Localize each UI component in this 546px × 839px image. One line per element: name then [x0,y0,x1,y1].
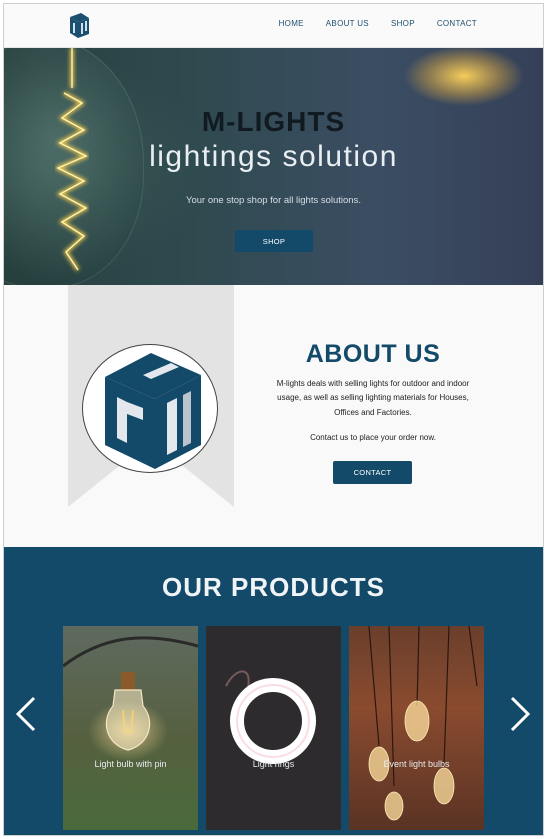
about-logo-circle [82,344,218,473]
chevron-right-icon[interactable] [508,695,532,733]
product-card-bulb-pin[interactable]: Light bulb with pin [63,626,198,830]
hero-title: M-LIGHTS [201,106,346,137]
about-section: ABOUT US M-lights deals with selling lig… [4,285,543,547]
products-section: OUR PRODUCTS Light bulb with pin Light r… [4,547,543,835]
chevron-left-icon[interactable] [14,695,38,733]
nav-link-about[interactable]: ABOUT US [326,19,369,28]
hero-subtitle: lightings solution [149,140,398,173]
cube-logo-large-icon [105,353,201,469]
nav-link-shop[interactable]: SHOP [391,19,415,28]
about-description: M-lights deals with selling lights for o… [276,379,470,417]
contact-button[interactable]: CONTACT [333,461,412,484]
nav-link-home[interactable]: HOME [279,19,304,28]
bulb-pin-image [63,636,198,751]
product-label: Event light bulbs [383,759,450,769]
products-title: OUR PRODUCTS [162,572,385,602]
nav-links: HOME ABOUT US SHOP CONTACT [279,19,477,28]
shop-button[interactable]: SHOP [235,230,313,252]
about-contact-note: Contact us to place your order now. [310,433,436,442]
page-frame: HOME ABOUT US SHOP CONTACT M-LIGHTS ligh… [3,3,544,836]
light-ring-image [225,670,316,764]
nav-link-contact[interactable]: CONTACT [437,19,477,28]
hero-tagline: Your one stop shop for all lights soluti… [186,195,361,206]
cube-logo-icon[interactable] [66,12,92,40]
hero-banner: M-LIGHTS lightings solution Your one sto… [4,48,543,285]
product-label: Light bulb with pin [94,759,167,769]
product-card-light-rings[interactable]: Light rings [206,626,341,830]
about-title: ABOUT US [305,340,441,368]
event-bulbs-image [368,626,478,821]
navbar: HOME ABOUT US SHOP CONTACT [4,4,543,48]
product-label: Light rings [252,759,295,769]
product-card-event-bulbs[interactable]: Event light bulbs [349,626,484,830]
